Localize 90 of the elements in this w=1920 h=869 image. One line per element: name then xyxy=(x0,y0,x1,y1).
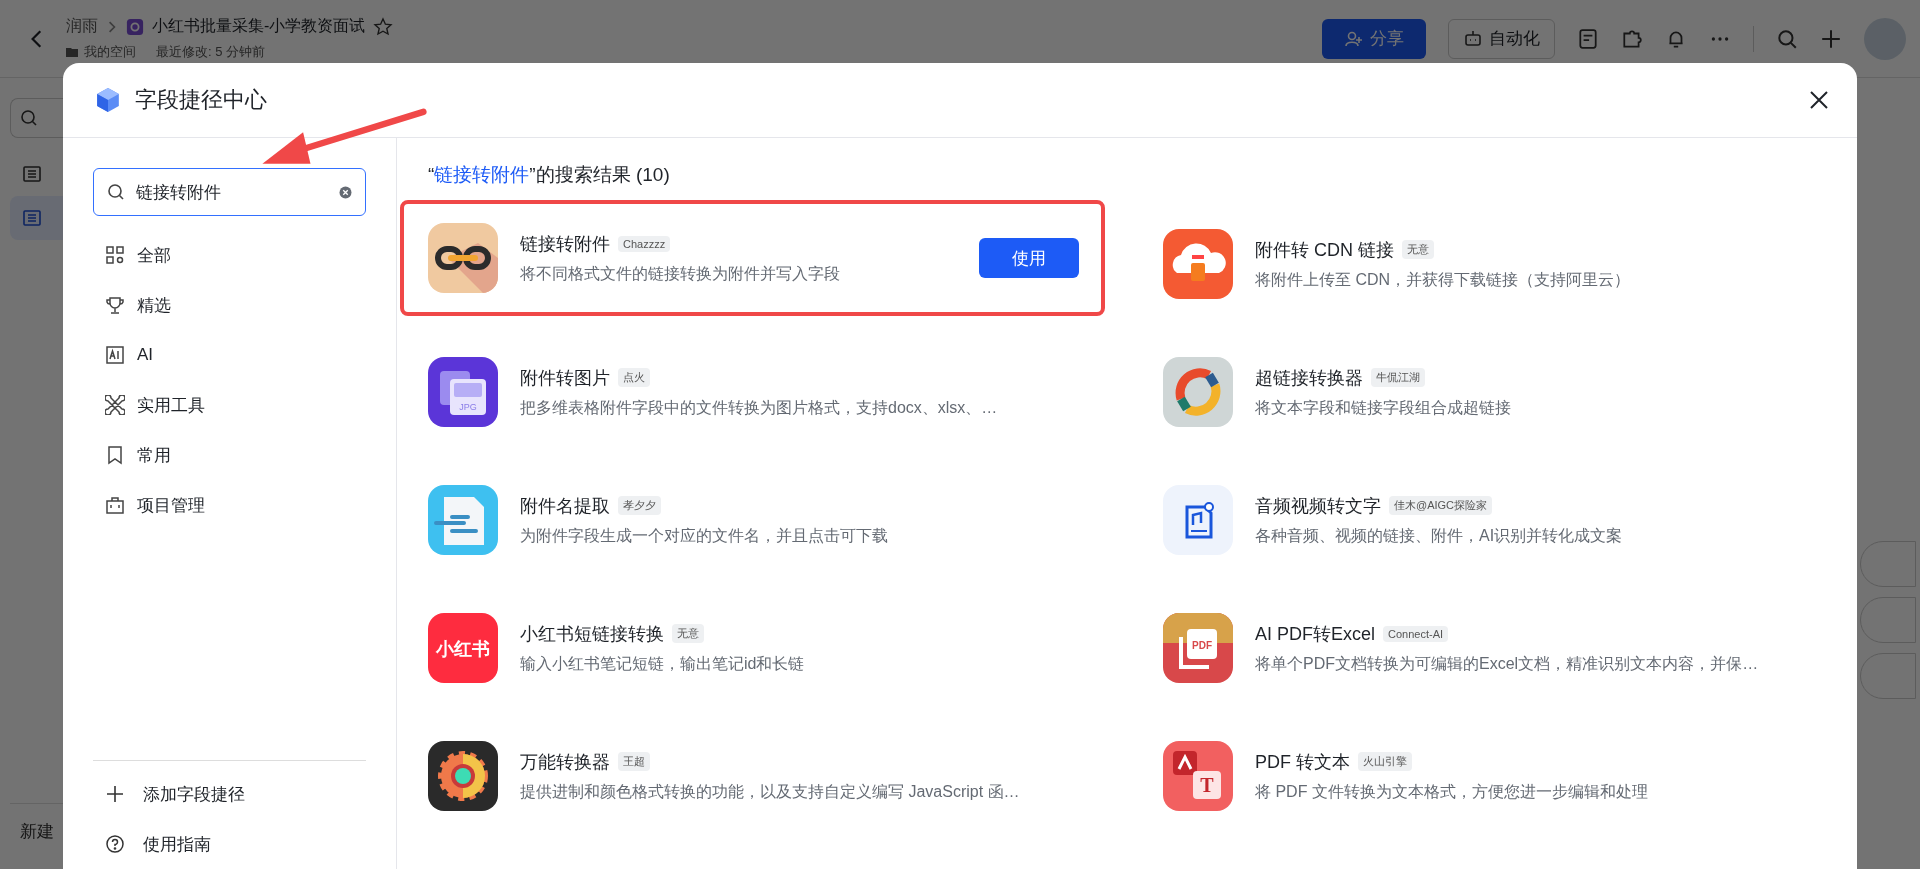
close-icon[interactable] xyxy=(1809,90,1829,110)
result-item[interactable]: 音频视频转文字 佳木@AIGC探险家 各种音频、视频的链接、附件，AI识别并转化成文案 xyxy=(1135,456,1840,584)
table-icon xyxy=(22,164,42,184)
shortcut-description: 提供进制和颜色格式转换的功能，以及支持自定义编写 JavaScript 函… xyxy=(520,781,1021,802)
category-item[interactable]: AI xyxy=(93,330,366,380)
shortcut-description: 将文本字段和链接字段组合成超链接 xyxy=(1255,397,1512,418)
app-icon xyxy=(1163,357,1233,427)
result-item[interactable]: 万能转换器 王超 提供进制和颜色格式转换的功能，以及支持自定义编写 JavaScript 函… xyxy=(400,712,1105,840)
app-icon xyxy=(428,485,498,555)
search-icon[interactable] xyxy=(1776,27,1798,50)
trophy-icon xyxy=(105,295,125,315)
footer-link[interactable]: 使用指南 xyxy=(93,819,366,869)
result-item[interactable]: T PDF 转文本 火山引擎 将 PDF 文件转换为文本格式，方便您进一步编辑和处理 xyxy=(1135,712,1840,840)
grid-icon xyxy=(105,245,125,265)
sidebar-item[interactable] xyxy=(10,196,63,240)
shortcut-name: 链接转附件 xyxy=(520,232,610,256)
shortcut-name: 万能转换器 xyxy=(520,750,610,774)
shortcut-description: 将单个PDF文档转换为可编辑的Excel文档，精准识别文本内容，并保… xyxy=(1255,653,1760,674)
logo-icon xyxy=(95,87,121,113)
folder-icon xyxy=(66,46,78,58)
author-tag: 牛侃江湖 xyxy=(1371,368,1425,387)
app-icon: PDF xyxy=(1163,613,1233,683)
shortcut-description: 各种音频、视频的链接、附件，AI识别并转化成文案 xyxy=(1255,525,1624,546)
author-tag: Connect-AI xyxy=(1383,625,1449,642)
author-tag: 火山引擎 xyxy=(1358,752,1412,771)
use-button[interactable]: 使用 xyxy=(979,238,1079,278)
shortcut-description: 将 PDF 文件转换为文本格式，方便您进一步编辑和处理 xyxy=(1255,781,1649,802)
shortcut-name: 附件转图片 xyxy=(520,366,610,390)
chevron-icon xyxy=(106,20,118,33)
author-tag: 佳木@AIGC探险家 xyxy=(1389,496,1493,515)
shortcut-name: 音频视频转文字 xyxy=(1255,494,1381,518)
results-heading: “链接转附件”的搜索结果 (10) xyxy=(427,163,671,187)
shortcut-name: 附件名提取 xyxy=(520,494,610,518)
author-tag: Chazzzz xyxy=(618,235,671,252)
star-icon[interactable] xyxy=(373,16,394,37)
category-item[interactable]: 全部 xyxy=(93,230,366,280)
modified-time: 最近修改: 5 分钟前 xyxy=(156,43,266,61)
robot-icon xyxy=(1463,28,1483,49)
automation-button[interactable]: 自动化 xyxy=(1448,18,1555,59)
plus-icon[interactable] xyxy=(1820,27,1842,50)
app-icon: T xyxy=(1163,741,1233,811)
category-item[interactable]: 精选 xyxy=(93,280,366,330)
result-item[interactable]: 附件名提取 孝夕夕 为附件字段生成一个对应的文件名，并且点击可下载 xyxy=(400,456,1105,584)
bookmark-icon xyxy=(105,445,125,465)
tools-icon xyxy=(105,395,125,415)
shortcut-description: 把多维表格附件字段中的文件转换为图片格式，支持docx、xlsx、… xyxy=(520,397,999,418)
author-tag: 无意 xyxy=(672,624,704,643)
result-card[interactable]: 链接转附件 Chazzzz 将不同格式文件的链接转换为附件并写入字段 使用 xyxy=(400,200,1105,316)
author-tag: 孝夕夕 xyxy=(618,496,661,515)
clear-icon[interactable] xyxy=(338,184,353,200)
shortcut-name: 附件转 CDN 链接 xyxy=(1255,238,1394,262)
app-icon xyxy=(428,223,498,293)
app-icon: JPG xyxy=(428,357,498,427)
result-item[interactable]: 附件转 CDN 链接 无意 将附件上传至 CDN，并获得下载链接（支持阿里云） xyxy=(1135,200,1840,328)
search-icon xyxy=(106,182,126,202)
shortcut-description: 将附件上传至 CDN，并获得下载链接（支持阿里云） xyxy=(1255,269,1632,290)
footer-link[interactable]: 添加字段捷径 xyxy=(93,769,366,819)
search-field[interactable]: 链接转附件 xyxy=(93,168,366,216)
table-icon xyxy=(22,208,42,228)
help-icon xyxy=(105,834,125,854)
shortcut-name: AI PDF转Excel xyxy=(1255,622,1376,646)
dialog-title: 字段捷径中心 xyxy=(135,86,267,114)
result-item[interactable]: 超链接转换器 牛侃江湖 将文本字段和链接字段组合成超链接 xyxy=(1135,328,1840,456)
ai-icon xyxy=(105,345,125,365)
puzzle-icon[interactable] xyxy=(1621,27,1643,50)
shortcut-description: 输入小红书笔记短链，输出笔记id和长链 xyxy=(520,653,806,674)
result-item[interactable]: JPG 附件转图片 点火 把多维表格附件字段中的文件转换为图片格式，支持docx、xlsx、… xyxy=(400,328,1105,456)
author-tag: 无意 xyxy=(1402,240,1434,259)
search-icon[interactable] xyxy=(19,108,39,128)
shortcut-description: 将不同格式文件的链接转换为附件并写入字段 xyxy=(520,263,841,284)
document-icon xyxy=(126,17,144,36)
app-icon xyxy=(428,741,498,811)
result-item[interactable]: PDF AI PDF转Excel Connect-AI 将单个PDF文档转换为可编辑的Excel文档，精准识别文本内容，并保… xyxy=(1135,584,1840,712)
document-title: 小红书批量采集-小学教资面试 xyxy=(152,16,366,36)
shortcut-name: 超链接转换器 xyxy=(1255,366,1363,390)
app-icon xyxy=(1163,485,1233,555)
category-item[interactable]: 实用工具 xyxy=(93,380,366,430)
briefcase-icon xyxy=(105,495,125,515)
form-icon[interactable] xyxy=(1577,27,1599,50)
app-icon: 小红书 xyxy=(428,613,498,683)
result-item[interactable]: 小红书 小红书短链接转换 无意 输入小红书笔记短链，输出笔记id和长链 xyxy=(400,584,1105,712)
app-icon xyxy=(1163,229,1233,299)
author-tag: 点火 xyxy=(618,368,650,387)
shortcut-description: 为附件字段生成一个对应的文件名，并且点击可下载 xyxy=(520,525,889,546)
category-item[interactable]: 常用 xyxy=(93,430,366,480)
shortcut-name: PDF 转文本 xyxy=(1255,750,1350,774)
shortcut-name: 小红书短链接转换 xyxy=(520,622,664,646)
category-item[interactable]: 项目管理 xyxy=(93,480,366,530)
plus-icon xyxy=(105,784,125,804)
author-tag: 王超 xyxy=(618,752,650,771)
